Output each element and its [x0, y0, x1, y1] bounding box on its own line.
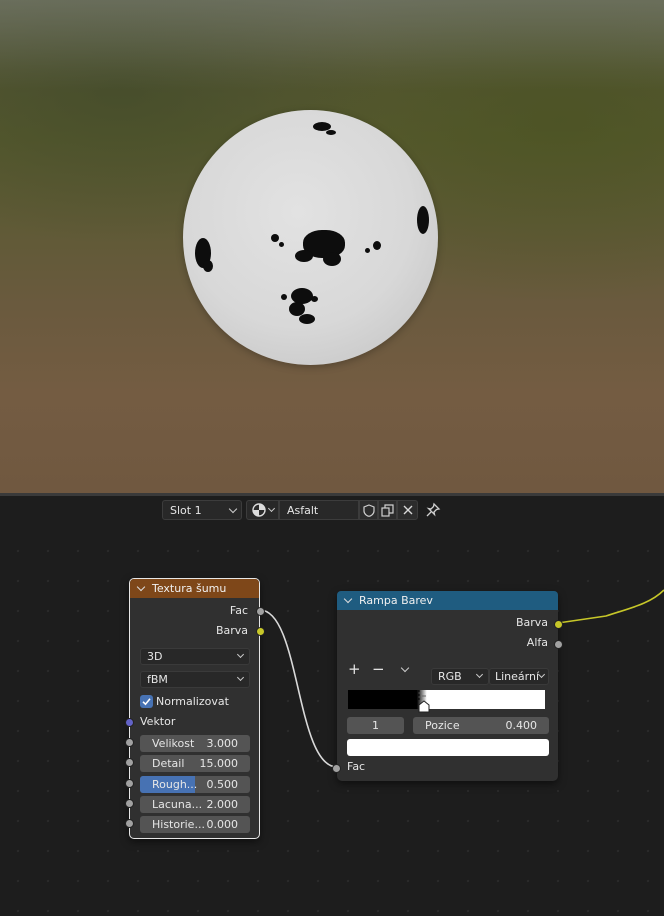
chevron-down-icon [267, 504, 276, 513]
preview-sphere [183, 110, 438, 365]
dimension-dropdown[interactable]: 3D [140, 648, 250, 665]
chevron-down-icon [228, 504, 238, 514]
position-value: 0.400 [505, 719, 538, 732]
position-field[interactable]: Pozice 0.400 [413, 717, 549, 734]
detail-field[interactable]: Detail 15.000 [140, 755, 250, 772]
noise-node-header[interactable]: Textura šumu [130, 579, 259, 598]
roughness-slider[interactable]: Rough... 0.500 [140, 776, 250, 793]
input-roughness-socket[interactable] [125, 779, 134, 788]
interpolation-value: Lineární [495, 670, 540, 683]
stop-index-value: 1 [372, 719, 379, 732]
output-alfa-socket[interactable] [554, 640, 563, 649]
input-historie-socket[interactable] [125, 819, 134, 828]
field-label: Historie... [152, 818, 205, 831]
field-label: Velikost [152, 737, 195, 750]
noise-type-dropdown[interactable]: fBM [140, 671, 250, 688]
field-value: 0.500 [206, 778, 239, 791]
ramp-stop-handle[interactable] [415, 688, 433, 713]
pin-button[interactable] [425, 502, 443, 519]
lacunarity-field[interactable]: Lacuna... 2.000 [140, 796, 250, 813]
input-lacunarity-socket[interactable] [125, 799, 134, 808]
output-barva-label: Barva [515, 616, 548, 629]
interpolation-dropdown[interactable]: Lineární [489, 668, 549, 685]
collapse-chevron-icon[interactable] [343, 594, 353, 604]
fake-user-button[interactable] [359, 500, 378, 520]
input-fac-label: Fac [347, 760, 366, 773]
field-value: 2.000 [206, 798, 239, 811]
field-label: Lacuna... [152, 798, 203, 811]
velikost-field[interactable]: Velikost 3.000 [140, 735, 250, 752]
shield-icon [362, 503, 375, 517]
remove-stop-button[interactable]: − [372, 662, 385, 677]
ramp-node-title: Rampa Barev [359, 594, 433, 607]
slot-dropdown[interactable]: Slot 1 [162, 500, 242, 520]
output-barva-socket[interactable] [256, 627, 265, 636]
checkmark-icon [142, 698, 151, 706]
unlink-material-button[interactable] [397, 500, 418, 520]
input-fac-socket[interactable] [332, 764, 341, 773]
position-label: Pozice [425, 719, 460, 732]
input-velikost-socket[interactable] [125, 738, 134, 747]
collapse-chevron-icon[interactable] [136, 582, 146, 592]
ramp-menu-chevron-icon[interactable] [400, 663, 410, 673]
output-fac-socket[interactable] [256, 607, 265, 616]
material-preview-viewport[interactable] [0, 0, 664, 493]
material-name: Asfalt [287, 503, 319, 517]
output-barva-socket[interactable] [554, 620, 563, 629]
output-alfa-label: Alfa [526, 636, 548, 649]
add-stop-button[interactable]: + [348, 662, 361, 677]
close-icon [403, 505, 412, 515]
field-label: Rough... [152, 778, 198, 791]
dimension-value: 3D [147, 650, 163, 663]
field-value: 3.000 [206, 737, 239, 750]
material-name-field[interactable]: Asfalt [279, 500, 359, 520]
noise-texture-node[interactable]: Textura šumu Fac Barva 3D fBM Normalizov… [125, 578, 265, 839]
chevron-down-icon [475, 670, 484, 679]
color-mode-dropdown[interactable]: RGB [431, 668, 489, 685]
field-value: 0.000 [206, 818, 239, 831]
slot-label: Slot 1 [170, 503, 202, 517]
output-barva-label: Barva [215, 624, 248, 637]
node-links [259, 589, 664, 768]
historie-field[interactable]: Historie... 0.000 [140, 816, 250, 833]
chevron-down-icon [236, 673, 245, 682]
output-fac-label: Fac [229, 604, 248, 617]
browse-material-button[interactable] [246, 500, 279, 520]
field-value: 15.000 [199, 757, 239, 770]
color-mode-value: RGB [438, 670, 462, 683]
ramp-node-header[interactable]: Rampa Barev [337, 591, 558, 610]
normalize-checkbox[interactable] [140, 695, 153, 708]
input-vector-socket[interactable] [125, 718, 134, 727]
noise-node-title: Textura šumu [152, 582, 227, 595]
color-ramp-gradient[interactable] [348, 690, 545, 709]
stop-index-field[interactable]: 1 [347, 717, 404, 734]
field-label: Detail [152, 757, 185, 770]
chevron-down-icon [236, 650, 245, 659]
node-editor-header: Slot 1 Asfalt [0, 496, 664, 524]
material-sphere-icon [252, 503, 266, 517]
duplicate-material-button[interactable] [378, 500, 397, 520]
color-ramp-node[interactable]: Rampa Barev Barva Alfa + − RGB Lineární … [332, 591, 563, 781]
normalize-label: Normalizovat [156, 695, 229, 708]
input-detail-socket[interactable] [125, 758, 134, 767]
pin-icon [426, 502, 441, 517]
noise-type-value: fBM [147, 673, 168, 686]
link-fac-to-fac [259, 609, 338, 768]
input-vector-label: Vektor [140, 715, 176, 728]
duplicate-icon [381, 503, 394, 517]
link-barva-out [557, 589, 664, 624]
node-editor-canvas[interactable]: Textura šumu Fac Barva 3D fBM Normalizov… [0, 524, 664, 916]
stop-color-swatch[interactable] [347, 739, 549, 756]
